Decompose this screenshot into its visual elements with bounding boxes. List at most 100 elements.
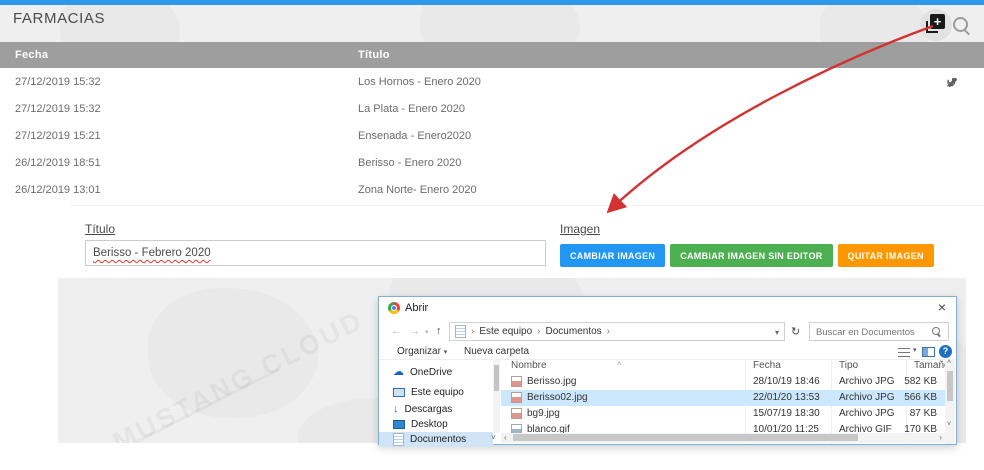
table-row[interactable]: 27/12/2019 15:32 La Plata - Enero 2020 — [0, 95, 984, 123]
sidebar-item-descargas[interactable]: ↓ Descargas — [379, 402, 493, 417]
chrome-icon — [388, 302, 400, 314]
horizontal-scrollbar[interactable]: ‹ › — [501, 433, 945, 443]
image-buttons: CAMBIAR IMAGEN CAMBIAR IMAGEN SIN EDITOR… — [560, 244, 934, 267]
search-box[interactable] — [809, 322, 949, 341]
location-icon — [455, 325, 466, 338]
breadcrumb[interactable]: › Este equipo › Documentos › ▾ — [449, 322, 785, 341]
scroll-down-icon[interactable]: ˅ — [947, 421, 951, 428]
table-header: Fecha Título — [0, 42, 984, 68]
add-icon: + — [930, 14, 945, 29]
scrollbar-thumb[interactable] — [947, 371, 953, 401]
file-date: 15/07/19 18:30 — [753, 408, 820, 419]
cell-fecha: 26/12/2019 13:01 — [15, 184, 101, 196]
sidebar-item-label: Documentos — [410, 434, 466, 445]
scrollbar-thumb[interactable] — [513, 434, 858, 441]
recent-locations-icon[interactable]: ▾ — [425, 328, 429, 336]
cell-titulo: La Plata - Enero 2020 — [358, 103, 465, 115]
titulo-input-value: Berisso - Febrero 2020 — [93, 247, 211, 259]
add-record-button[interactable]: + — [920, 9, 952, 41]
page-title: FARMACIAS — [13, 10, 105, 27]
file-date: 28/10/19 18:46 — [753, 376, 820, 387]
help-icon[interactable]: ? — [939, 345, 952, 358]
sort-ascending-icon: ^ — [617, 360, 621, 370]
breadcrumb-item-este-equipo[interactable]: Este equipo — [479, 326, 532, 337]
sidebar-item-label: Descargas — [405, 404, 453, 415]
file-row[interactable]: Berisso.jpg 28/10/19 18:46 Archivo JPG 5… — [501, 374, 945, 390]
onedrive-cloud-icon: ☁ — [393, 367, 404, 378]
forward-icon[interactable]: → — [409, 325, 420, 337]
titulo-input[interactable]: Berisso - Febrero 2020 — [85, 240, 546, 266]
file-name: Berisso.jpg — [527, 376, 576, 387]
preview-pane-icon[interactable] — [922, 347, 935, 357]
file-date: 22/01/20 13:53 — [753, 392, 820, 403]
cell-fecha: 27/12/2019 15:21 — [15, 130, 101, 142]
sidebar-item-label: Este equipo — [411, 387, 464, 398]
file-name: Berisso02.jpg — [527, 392, 588, 403]
cambiar-imagen-sin-editor-button[interactable]: CAMBIAR IMAGEN SIN EDITOR — [670, 244, 832, 267]
sidebar-item-onedrive[interactable]: ☁ OneDrive — [379, 365, 493, 380]
scrollbar-thumb[interactable] — [494, 365, 499, 391]
dialog-title: Abrir — [405, 302, 428, 314]
column-tamano[interactable]: Tamaño — [914, 360, 945, 371]
cambiar-imagen-button[interactable]: CAMBIAR IMAGEN — [560, 244, 665, 267]
breadcrumb-separator: › — [471, 326, 474, 337]
column-nombre[interactable]: Nombre — [511, 360, 547, 371]
table-row[interactable]: 26/12/2019 18:51 Berisso - Enero 2020 — [0, 149, 984, 177]
scroll-up-icon[interactable]: ˄ — [947, 359, 951, 366]
quitar-imagen-button[interactable]: QUITAR IMAGEN — [838, 244, 934, 267]
search-magnifier-icon — [932, 327, 940, 335]
watermark-blob — [820, 5, 930, 42]
sidebar-scroll-down-icon[interactable]: ˅ — [491, 433, 496, 442]
table-row[interactable]: 27/12/2019 15:21 Ensenada - Enero2020 — [0, 122, 984, 150]
desktop-icon — [393, 420, 405, 429]
cell-titulo: Zona Norte- Enero 2020 — [358, 184, 477, 196]
cell-titulo: Los Hornos - Enero 2020 — [358, 76, 481, 88]
sidebar-item-desktop[interactable]: Desktop — [379, 417, 493, 432]
file-row[interactable]: bg9.jpg 15/07/19 18:30 Archivo JPG 87 KB — [501, 406, 945, 422]
table-row[interactable]: 26/12/2019 13:01 Zona Norte- Enero 2020 — [0, 176, 984, 204]
search-icon[interactable] — [953, 17, 968, 32]
organizar-label: Organizar — [397, 346, 441, 357]
file-row-selected[interactable]: Berisso02.jpg 22/01/20 13:53 Archivo JPG… — [501, 390, 945, 406]
file-name: bg9.jpg — [527, 408, 560, 419]
edit-form: Título Berisso - Febrero 2020 Imagen CAM… — [0, 203, 984, 278]
file-list-header: ^ Nombre Fecha Tipo Tamaño — [501, 359, 945, 373]
column-fecha[interactable]: Fecha — [753, 360, 781, 371]
close-icon[interactable]: × — [938, 299, 946, 315]
sidebar-item-documentos[interactable]: Documentos — [379, 432, 493, 447]
back-icon[interactable]: ← — [391, 325, 402, 337]
titulo-label: Título — [85, 222, 115, 236]
file-size: 87 KB — [871, 408, 937, 419]
screen: FARMACIAS + Fecha Título 27/12/2019 15:3… — [0, 0, 984, 470]
nueva-carpeta-button[interactable]: Nueva carpeta — [464, 346, 529, 357]
address-dropdown-icon[interactable]: ▾ — [775, 328, 779, 337]
search-input[interactable] — [814, 324, 930, 341]
column-header-fecha: Fecha — [15, 49, 48, 61]
column-tipo[interactable]: Tipo — [839, 360, 858, 371]
file-size: 566 KB — [871, 392, 937, 403]
jpg-file-icon — [511, 408, 522, 419]
file-size: 582 KB — [871, 376, 937, 387]
organizar-caret-icon: ▾ — [444, 349, 448, 356]
cell-titulo: Berisso - Enero 2020 — [358, 157, 461, 169]
sidebar-item-label: Desktop — [411, 419, 448, 430]
sidebar-scrollbar[interactable] — [493, 359, 500, 433]
view-options-icon[interactable] — [898, 348, 910, 357]
up-icon[interactable]: ↑ — [436, 325, 442, 337]
refresh-icon[interactable]: ↻ — [791, 325, 800, 338]
scroll-right-icon[interactable]: › — [939, 433, 942, 442]
dialog-titlebar[interactable]: Abrir × — [379, 297, 956, 319]
table-row[interactable]: 27/12/2019 15:32 Los Hornos - Enero 2020… — [0, 68, 984, 96]
dialog-sidebar: ☁ OneDrive Este equipo ↓ Descargas Deskt… — [379, 359, 493, 444]
imagen-label: Imagen — [560, 222, 600, 236]
cell-titulo: Ensenada - Enero2020 — [358, 130, 471, 142]
organizar-menu[interactable]: Organizar ▾ — [397, 346, 447, 357]
view-options-caret-icon[interactable]: ▾ — [913, 346, 917, 354]
cell-fecha: 27/12/2019 15:32 — [15, 76, 101, 88]
jpg-file-icon — [511, 392, 522, 403]
sidebar-item-este-equipo[interactable]: Este equipo — [379, 385, 493, 400]
scroll-left-icon[interactable]: ‹ — [504, 433, 507, 442]
breadcrumb-item-documentos[interactable]: Documentos — [546, 326, 602, 337]
delete-icon[interactable]: × — [946, 76, 954, 90]
vertical-scrollbar[interactable]: ˄ ˅ — [945, 359, 955, 444]
